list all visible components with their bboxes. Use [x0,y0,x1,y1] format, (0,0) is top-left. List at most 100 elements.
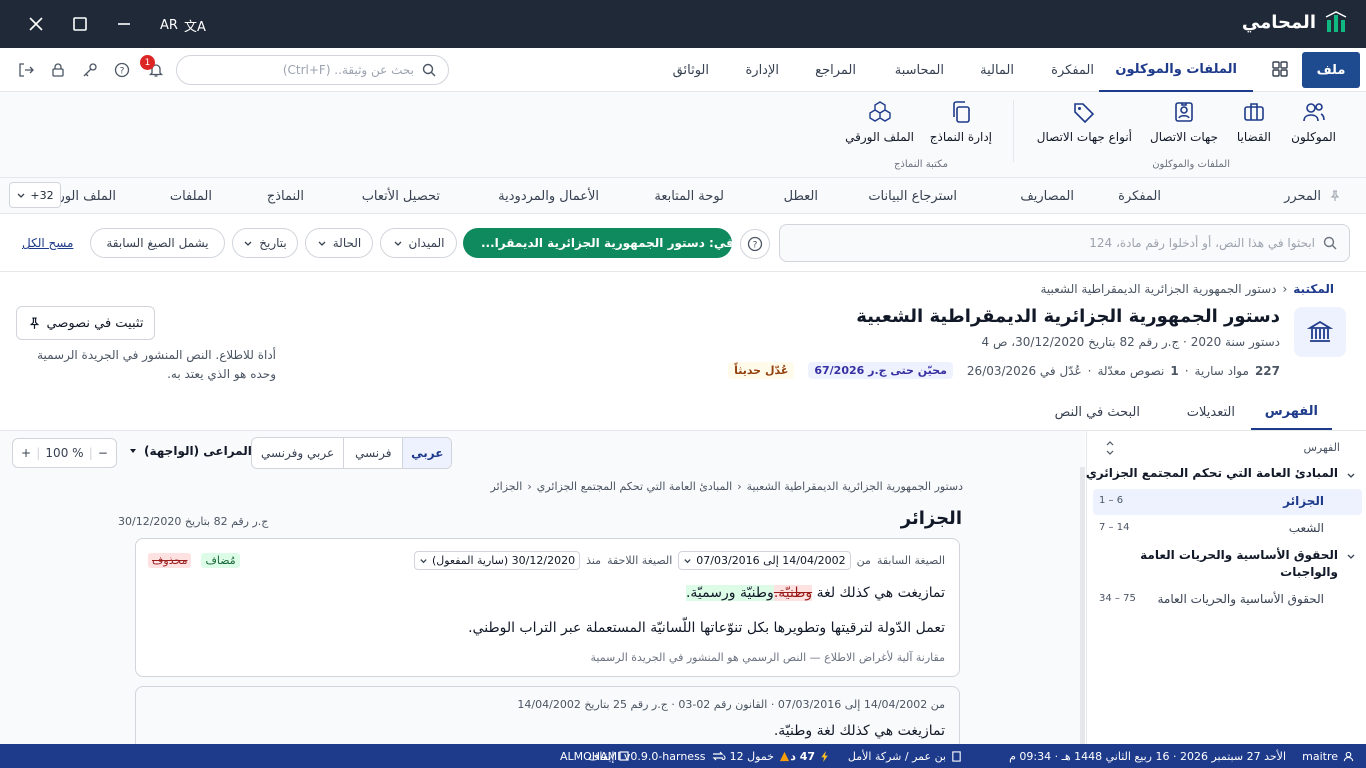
tab-amendments[interactable]: التعديلات [1187,394,1235,430]
toc-section-general-principles[interactable]: المبادئ العامة التي تحكم المجتمع الجزائر… [1086,466,1338,480]
chevron-down-icon[interactable] [1346,470,1356,480]
lang-arabic[interactable]: عربي [403,438,451,468]
chevron-down-icon[interactable] [1346,551,1356,561]
status-user[interactable]: maitre [1302,744,1354,768]
search-help-icon[interactable]: ? [740,229,770,259]
vertical-scrollbar[interactable] [1080,467,1085,744]
tab-paper-file[interactable]: الملف الور [58,178,116,214]
breadcrumb-separator-icon: ‹ [527,480,532,493]
maximize-icon[interactable] [64,8,96,40]
tab-holidays[interactable]: العطل [784,178,818,214]
filter-bar: ابحثوا في هذا النص، أو أدخلوا رقم مادة، … [0,214,1366,272]
ribbon-contacts-button[interactable]: جهات الاتصال [1150,100,1218,144]
close-icon[interactable] [20,8,52,40]
status-version: ALMOHAMI v0.9.0-harness [560,749,706,763]
pin-to-my-texts-button[interactable]: تثبيت في نصوصي [16,306,155,340]
prev-version-label: الصيغة السابقة [876,554,945,567]
comparison-note: مقارنة آلية لأغراض الاطلاع — النص الرسمي… [590,651,945,664]
recently-amended-badge: عُدّل حديثاً [728,362,795,379]
next-version-select[interactable]: 30/12/2020 (سارية المفعول) [413,551,581,570]
menu-documents[interactable]: الوثائق [673,48,709,92]
lang-french[interactable]: فرنسي [344,438,404,468]
ribbon-contact-types-label: أنواع جهات الاتصال [1036,130,1132,144]
breadcrumb-current: دستور الجمهورية الجزائرية الديمقراطية ال… [1040,282,1277,296]
status-filter-chip[interactable]: الحالة [305,228,373,258]
toc-item-fundamental-rights[interactable]: الحقوق الأساسية والحريات العامة 34 – 75 [1093,587,1362,613]
menu-references[interactable]: المراجع [815,48,856,92]
ribbon-paper-file-button[interactable]: الملف الورقي [845,100,914,144]
document-search-input[interactable]: بحث عن وثيقة.. (Ctrl+F) [176,55,449,85]
language-switch[interactable]: AR 文A [160,16,206,35]
more-tabs-count: +32 [30,188,54,202]
tab-editor[interactable]: المحرر [1284,178,1341,214]
ribbon-cases-button[interactable]: القضايا [1237,100,1271,144]
legend-deleted: محذوف [148,553,192,568]
menu-finance[interactable]: المالية [980,48,1014,92]
breadcrumb-library-link[interactable]: المكتبة [1293,282,1334,296]
tab-fee-collection[interactable]: تحصيل الأتعاب [362,178,440,214]
minimize-icon[interactable] [108,8,140,40]
ribbon-contacts-label: جهات الاتصال [1149,130,1218,144]
tab-files[interactable]: الملفات [170,178,212,214]
mirror-view-select[interactable]: المراعى (الواجهة) [128,444,252,458]
more-tabs-dropdown[interactable]: +32 [9,182,61,208]
key-icon[interactable] [80,60,100,80]
logout-icon[interactable] [16,60,36,80]
toc-item-range: 1 – 6 [1099,495,1124,506]
language-toggle: عربي وفرنسي فرنسي عربي [251,437,452,469]
previous-version-paragraph: تمازيغت هي كذلك لغة وطنيّة. [773,723,945,739]
menu-administration[interactable]: الإدارة [745,48,779,92]
text-search-input[interactable]: ابحثوا في هذا النص، أو أدخلوا رقم مادة، … [779,224,1350,262]
clear-all-link[interactable]: مسح الكل [22,236,73,250]
lock-icon[interactable] [48,60,68,80]
zoom-divider: | [88,446,93,460]
notifications-bell[interactable]: 1 [140,55,166,80]
institution-icon [1294,307,1346,357]
field-filter-chip[interactable]: الميدان [380,228,457,258]
tab-dashboard[interactable]: لوحة المتابعة [654,178,724,214]
field-filter-label: الميدان [408,236,445,250]
chevron-down-icon [420,559,427,564]
lang-arabic-french[interactable]: عربي وفرنسي [252,438,345,468]
menu-accounting[interactable]: المحاسبة [895,48,944,92]
active-scope-chip[interactable]: في: دستور الجمهورية الجزائرية الديمقرا..… [463,228,732,258]
article-crumb-doc[interactable]: دستور الجمهورية الجزائرية الديمقراطية ال… [747,480,963,493]
toc-item-algeria[interactable]: الجزائر 1 – 6 [1093,489,1362,515]
article-crumb-section[interactable]: المبادئ العامة التي تحكم المجتمع الجزائر… [537,480,733,493]
ribbon-contact-types-button[interactable]: أنواع جهات الاتصال [1037,100,1132,144]
include-previous-versions-chip[interactable]: يشمل الصيغ السابقة [90,228,225,258]
svg-text:?: ? [753,241,758,251]
collapse-all-icon[interactable] [1105,441,1115,455]
tab-business-profitability[interactable]: الأعمال والمردودية [498,178,599,214]
apps-grid-icon[interactable] [1272,61,1288,77]
toc-item-label: الجزائر [1283,494,1324,508]
notification-count-badge: 1 [140,55,155,70]
menu-files-clients[interactable]: الملفات والموكلون [1099,48,1253,92]
tab-calendar[interactable]: المفكرة [1118,178,1161,214]
toc-item-range: 34 – 75 [1099,593,1136,604]
prev-version-select[interactable]: 14/04/2002 إلى 07/03/2016 [678,551,851,570]
ribbon-clients-button[interactable]: الموكلون [1291,100,1336,144]
prev-version-value: 14/04/2002 إلى 07/03/2016 [696,554,846,567]
file-menu-button[interactable]: ملف [1302,52,1360,88]
tab-expenses[interactable]: المصاريف [1020,178,1074,214]
sync-icon[interactable] [712,744,724,768]
help-icon[interactable]: ? [112,60,132,80]
toc-section-fundamental-rights[interactable]: الحقوق الأساسية والحريات العامة والواجبا… [1133,547,1338,581]
pin-icon [29,316,39,329]
zoom-out-button[interactable]: − [98,446,108,460]
tab-search-in-text[interactable]: البحث في النص [1055,394,1140,430]
zoom-in-button[interactable]: + [21,446,31,460]
tab-data-recovery[interactable]: استرجاع البيانات [868,178,957,214]
date-filter-chip[interactable]: بتاريخ [232,228,298,258]
app-brand: المحامي [1242,10,1348,34]
status-timer-value: 47 د [790,749,815,763]
ribbon-manage-templates-button[interactable]: إدارة النماذج [930,100,992,144]
diff-legend: محذوف مُضاف [148,553,240,568]
status-filter-label: الحالة [332,236,362,250]
tab-templates[interactable]: النماذج [267,178,304,214]
tab-index[interactable]: الفهرس [1250,394,1332,430]
toc-item-people[interactable]: الشعب 7 – 14 [1093,516,1362,542]
translate-icon: 文A [183,20,206,35]
menu-calendar[interactable]: المفكرة [1051,48,1094,92]
